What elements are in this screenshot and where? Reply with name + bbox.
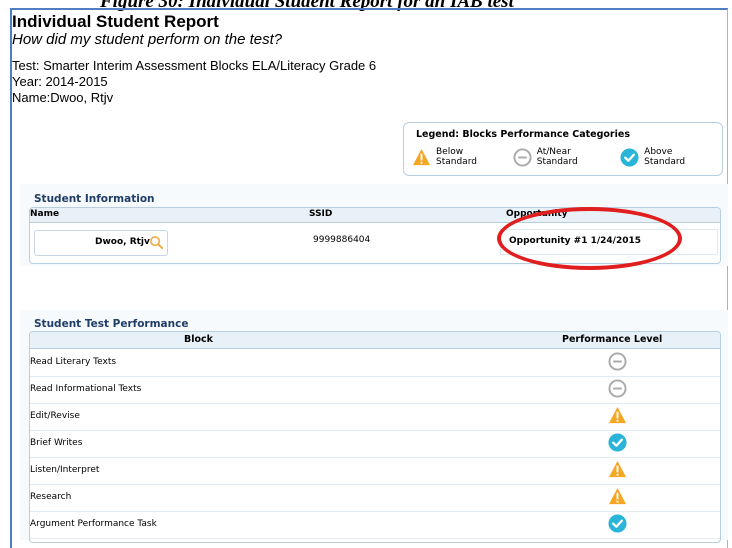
block-name: Read Informational Texts [30,384,142,394]
header-performance-level: Performance Level [562,334,663,345]
block-name: Read Literary Texts [30,357,117,367]
block-name: Argument Performance Task [30,519,157,529]
legend-items: Below Standard At/Near Standard Above St… [412,147,722,167]
student-name-button[interactable]: Dwoo, Rtjv [34,230,168,256]
legend-title: Legend: Blocks Performance Categories [416,129,630,140]
block-name: Research [30,492,72,502]
table-row: Research [30,484,720,512]
warning-triangle-icon [412,148,431,167]
page-subtitle: How did my student perform on the test? [12,31,283,48]
table-row: Argument Performance Task [30,511,720,539]
student-information-title: Student Information [34,193,155,205]
check-circle-icon [608,514,627,533]
header-block: Block [184,334,213,345]
table-row: Read Informational Texts [30,376,720,404]
minus-circle-icon [608,379,627,398]
table-row: Read Literary Texts [30,349,720,377]
legend-label-at-near: At/Near Standard [536,147,578,167]
block-name: Listen/Interpret [30,465,100,475]
legend: Legend: Blocks Performance Categories Be… [403,122,723,176]
student-ssid: 9999886404 [313,235,371,245]
warning-triangle-icon [608,460,627,479]
test-info: Test: Smarter Interim Assessment Blocks … [12,58,377,73]
legend-label-below: Below Standard [436,147,477,167]
performance-table: Block Performance Level Read Literary Te… [29,331,721,543]
table-row: Brief Writes [30,430,720,458]
block-name: Brief Writes [30,438,83,448]
check-circle-icon [620,147,639,167]
minus-circle-icon [608,352,627,371]
annotation-circle [497,207,682,270]
minus-circle-icon [513,147,532,167]
table-row: Edit/Revise [30,403,720,431]
student-test-performance-title: Student Test Performance [34,318,189,330]
header-name: Name [30,209,60,219]
page-title: Individual Student Report [12,12,219,31]
table-row: Listen/Interpret [30,457,720,485]
header-ssid: SSID [309,209,333,219]
student-name: Dwoo, Rtjv [95,237,150,247]
warning-triangle-icon [608,406,627,425]
magnifier-icon[interactable] [149,235,164,253]
warning-triangle-icon [608,487,627,506]
student-name-info: Name:Dwoo, Rtjv [12,90,114,105]
legend-label-above: Above Standard [644,147,686,167]
check-circle-icon [608,433,627,452]
year-info: Year: 2014-2015 [12,74,108,89]
block-name: Edit/Revise [30,411,80,421]
performance-header: Block Performance Level [30,332,720,349]
